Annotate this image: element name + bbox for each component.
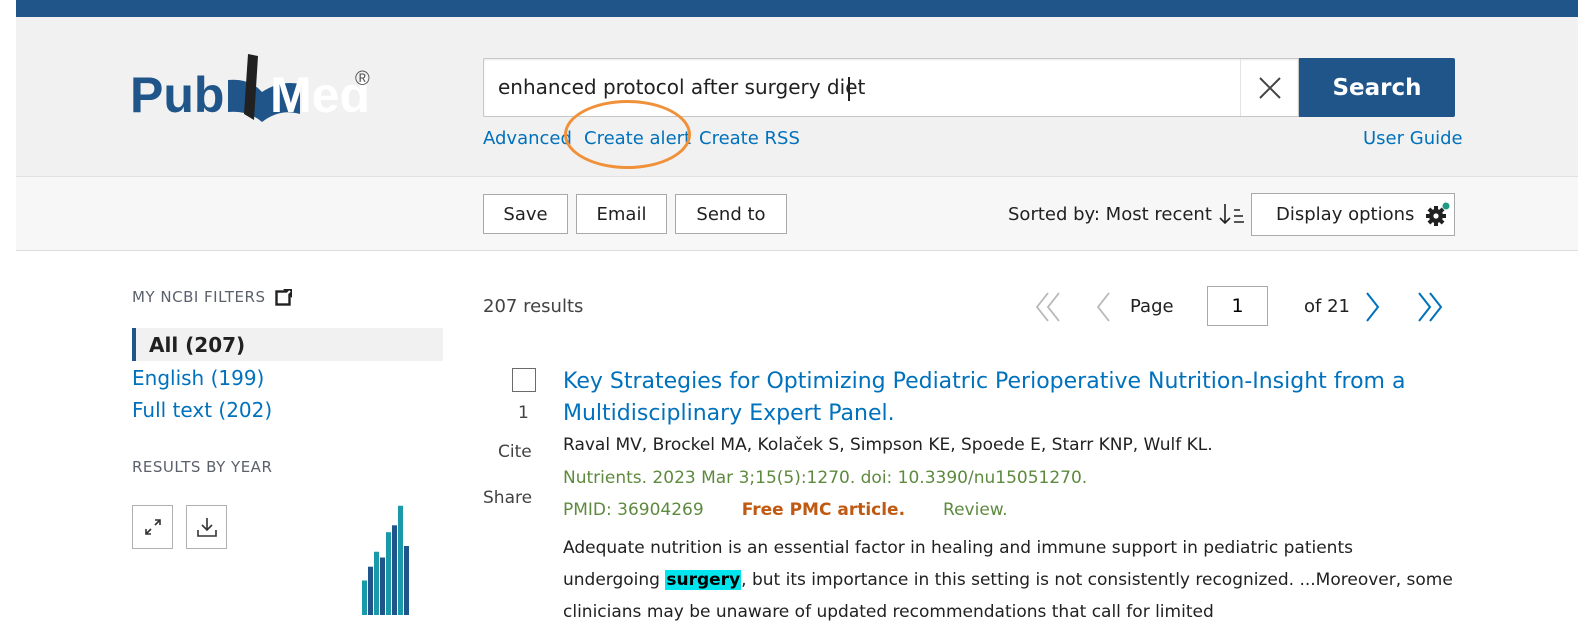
chevron-right-icon — [1366, 292, 1380, 322]
page-number-input[interactable] — [1207, 286, 1268, 326]
article-type-review: Review. — [943, 500, 1008, 520]
text-caret — [848, 77, 850, 101]
advanced-link[interactable]: Advanced — [483, 128, 572, 149]
expand-icon — [144, 519, 161, 535]
pubmed-logo[interactable]: Pub Med ® — [130, 52, 390, 142]
double-chevron-right-icon — [1418, 292, 1443, 322]
year-bar[interactable] — [380, 557, 385, 616]
svg-text:Pub: Pub — [130, 67, 224, 123]
article-pmid: PMID: 36904269 — [563, 500, 704, 520]
download-chart-button[interactable] — [186, 505, 227, 549]
article-citation: Nutrients. 2023 Mar 3;15(5):1270. doi: 1… — [563, 468, 1088, 488]
cite-button[interactable]: Cite — [498, 442, 532, 462]
registered-mark: ® — [355, 68, 370, 90]
year-bar[interactable] — [368, 566, 373, 615]
save-button[interactable]: Save — [483, 194, 568, 234]
search-button[interactable]: Search — [1299, 58, 1455, 117]
display-options-button[interactable]: Display options — [1251, 193, 1455, 236]
external-link-icon[interactable] — [275, 288, 293, 306]
create-rss-link[interactable]: Create RSS — [699, 128, 800, 149]
year-bar[interactable] — [362, 580, 367, 616]
filter-english[interactable]: English (199) — [132, 366, 264, 390]
article-title-link[interactable]: Key Strategies for Optimizing Pediatric … — [563, 366, 1433, 430]
page-label: Page — [1130, 296, 1174, 317]
results-by-year-heading: RESULTS BY YEAR — [132, 458, 273, 476]
search-box — [483, 58, 1299, 117]
chevron-left-icon — [1096, 292, 1110, 322]
create-alert-link[interactable]: Create alert — [584, 128, 691, 149]
last-page-button[interactable] — [1414, 290, 1444, 328]
display-options-label: Display options — [1276, 204, 1415, 225]
close-icon — [1259, 76, 1281, 99]
filter-full-text[interactable]: Full text (202) — [132, 398, 272, 422]
result-number: 1 — [518, 403, 529, 423]
share-button[interactable]: Share — [483, 488, 532, 508]
result-checkbox[interactable] — [512, 368, 536, 392]
previous-page-button[interactable] — [1094, 290, 1114, 328]
results-count: 207 results — [483, 296, 584, 317]
total-pages-label: of 21 — [1304, 296, 1350, 317]
expand-chart-button[interactable] — [132, 505, 173, 549]
sort-descending-icon — [1219, 204, 1244, 225]
download-icon — [196, 518, 217, 537]
year-bar[interactable] — [404, 546, 409, 615]
first-page-button[interactable] — [1034, 290, 1064, 328]
search-input[interactable] — [498, 59, 1228, 116]
results-by-year-chart[interactable] — [360, 505, 420, 615]
gear-icon — [1426, 202, 1450, 226]
year-bar[interactable] — [374, 551, 379, 615]
send-to-button[interactable]: Send to — [675, 194, 787, 234]
snippet-highlight: surgery — [665, 570, 742, 590]
my-ncbi-filters-label: MY NCBI FILTERS — [132, 288, 266, 306]
pubmed-logo-icon: Pub Med ® — [130, 54, 370, 123]
year-bar[interactable] — [398, 505, 403, 615]
next-page-button[interactable] — [1362, 290, 1382, 328]
clear-search-button[interactable] — [1240, 59, 1299, 116]
article-authors: Raval MV, Brockel MA, Kolaček S, Simpson… — [563, 435, 1213, 455]
top-bar — [16, 0, 1578, 17]
free-pmc-badge: Free PMC article. — [741, 500, 906, 520]
year-bar[interactable] — [386, 532, 391, 615]
article-meta-line: PMID: 36904269 Free PMC article. Review. — [563, 500, 1008, 520]
year-bar[interactable] — [392, 525, 397, 615]
filter-all[interactable]: All (207) — [132, 328, 443, 361]
my-ncbi-filters-heading: MY NCBI FILTERS — [132, 288, 293, 306]
email-button[interactable]: Email — [576, 194, 667, 234]
double-chevron-left-icon — [1035, 292, 1060, 322]
filter-all-label: All (207) — [149, 332, 246, 357]
sort-control[interactable]: Sorted by: Most recent — [1008, 202, 1246, 226]
user-guide-link[interactable]: User Guide — [1363, 128, 1463, 149]
article-snippet: Adequate nutrition is an essential facto… — [563, 532, 1453, 628]
sorted-by-label: Sorted by: Most recent — [1008, 203, 1212, 225]
